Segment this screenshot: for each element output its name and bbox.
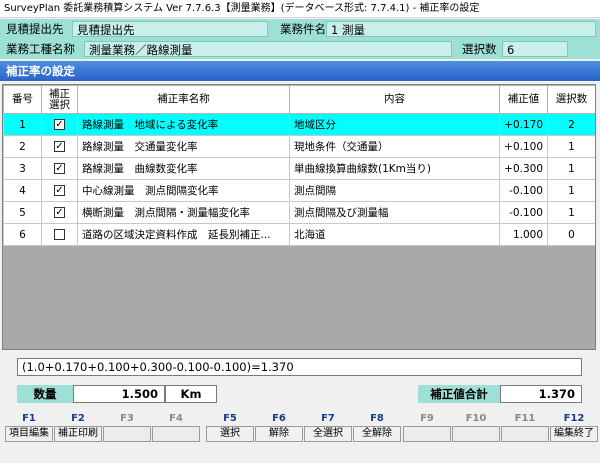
total-label: 補正値合計 (418, 385, 500, 403)
category-field[interactable]: 測量業務／路線測量 (84, 41, 452, 57)
header-count: 選択数 (547, 85, 595, 114)
header-content: 内容 (289, 85, 500, 114)
fkey-button-f1[interactable]: 項目編集 (5, 426, 53, 442)
row-count: 1 (547, 201, 595, 224)
row-number: 1 (3, 113, 42, 136)
fkey-button-f2[interactable]: 補正印刷 (54, 426, 102, 442)
fkey-button-f10 (452, 426, 500, 442)
table-row[interactable]: 3 ✓ 路線測量 曲線数変化率 単曲線換算曲線数(1Km当り) +0.300 1 (3, 157, 595, 180)
row-content: 測点間隔及び測量幅 (289, 201, 500, 224)
row-value: +0.300 (499, 157, 548, 180)
fkey-button-f12[interactable]: 編集終了 (550, 426, 598, 442)
row-select-checkbox[interactable]: ✓ (54, 119, 65, 130)
row-content: 測点間隔 (289, 179, 500, 202)
row-number: 2 (3, 135, 42, 158)
fkey-number-f6: F6 (272, 413, 286, 424)
row-value: -0.100 (499, 179, 548, 202)
row-rate-name: 横断測量 測点間隔・測量幅変化率 (77, 201, 290, 224)
row-count: 2 (547, 113, 595, 136)
fkey-number-f8: F8 (370, 413, 384, 424)
fkey-button-f9 (403, 426, 451, 442)
row-select-cell: ✓ (41, 113, 78, 136)
row-content: 単曲線換算曲線数(1Km当り) (289, 157, 500, 180)
formula-display: (1.0+0.170+0.100+0.300-0.100-0.100)=1.37… (17, 358, 582, 376)
fkey-number-f1: F1 (22, 413, 36, 424)
row-select-cell: ✓ (41, 201, 78, 224)
row-rate-name: 路線測量 地域による変化率 (77, 113, 290, 136)
fkey-number-f3: F3 (120, 413, 134, 424)
header-value: 補正値 (499, 85, 548, 114)
table-row[interactable]: 5 ✓ 横断測量 測点間隔・測量幅変化率 測点間隔及び測量幅 -0.100 1 (3, 201, 595, 224)
row-count: 1 (547, 135, 595, 158)
fkey-number-f2: F2 (71, 413, 85, 424)
row-select-checkbox[interactable]: ✓ (54, 185, 65, 196)
row-content: 北海道 (289, 223, 500, 246)
info-row-1: 見積提出先 見積提出先 業務件名 1 測量 (0, 19, 600, 39)
row-number: 4 (3, 179, 42, 202)
row-count: 1 (547, 157, 595, 180)
row-content: 現地条件（交通量） (289, 135, 500, 158)
project-field[interactable]: 1 測量 (326, 21, 596, 37)
window-title: SurveyPlan 委託業務積算システム Ver 7.7.6.3【測量業務】(… (0, 0, 600, 18)
fkey-button-f3 (103, 426, 151, 442)
table-row[interactable]: 4 ✓ 中心線測量 測点間隔変化率 測点間隔 -0.100 1 (3, 179, 595, 202)
rates-grid[interactable]: 番号 補正 選択 補正率名称 内容 補正値 選択数 1 ✓ 路線測量 地域による変化… (2, 84, 596, 350)
row-count: 1 (547, 179, 595, 202)
row-number: 6 (3, 223, 42, 246)
category-label: 業務工種名称 (6, 42, 75, 56)
section-title: 補正率の設定 (0, 61, 600, 81)
row-count: 0 (547, 223, 595, 246)
row-rate-name: 中心線測量 測点間隔変化率 (77, 179, 290, 202)
fkey-number-f5: F5 (223, 413, 237, 424)
row-select-cell: ✓ (41, 179, 78, 202)
submit-field[interactable]: 見積提出先 (72, 21, 268, 37)
row-content: 地域区分 (289, 113, 500, 136)
fkey-number-f12: F12 (563, 413, 585, 424)
fkey-button-f5[interactable]: 選択 (206, 426, 254, 442)
fkey-number-f10: F10 (465, 413, 487, 424)
row-select-cell (41, 223, 78, 246)
row-rate-name: 道路の区域決定資料作成 延長別補正... (77, 223, 290, 246)
row-select-checkbox[interactable] (54, 229, 65, 240)
fkey-number-f7: F7 (321, 413, 335, 424)
qty-field[interactable]: 1.500 (73, 385, 165, 403)
row-select-checkbox[interactable]: ✓ (54, 141, 65, 152)
selected-label: 選択数 (462, 42, 497, 56)
header-num: 番号 (3, 85, 42, 114)
table-row[interactable]: 1 ✓ 路線測量 地域による変化率 地域区分 +0.170 2 (3, 113, 595, 136)
fkey-button-f8[interactable]: 全解除 (353, 426, 401, 442)
fkey-button-f7[interactable]: 全選択 (304, 426, 352, 442)
fkey-button-f4 (152, 426, 200, 442)
unit-field: Km (165, 385, 217, 403)
row-value: +0.170 (499, 113, 548, 136)
row-rate-name: 路線測量 交通量変化率 (77, 135, 290, 158)
row-select-cell: ✓ (41, 135, 78, 158)
selected-count-field: 6 (502, 41, 568, 57)
row-value: -0.100 (499, 201, 548, 224)
fkey-button-f6[interactable]: 解除 (255, 426, 303, 442)
total-field: 1.370 (500, 385, 582, 403)
row-number: 3 (3, 157, 42, 180)
row-value: 1.000 (499, 223, 548, 246)
row-value: +0.100 (499, 135, 548, 158)
table-row[interactable]: 6 道路の区域決定資料作成 延長別補正... 北海道 1.000 0 (3, 223, 595, 246)
table-row[interactable]: 2 ✓ 路線測量 交通量変化率 現地条件（交通量） +0.100 1 (3, 135, 595, 158)
row-number: 5 (3, 201, 42, 224)
row-select-checkbox[interactable]: ✓ (54, 163, 65, 174)
fkey-button-f11 (501, 426, 549, 442)
info-row-2: 業務工種名称 測量業務／路線測量 選択数 6 (0, 39, 600, 59)
header-select: 補正 選択 (41, 85, 78, 114)
table-header: 番号 補正 選択 補正率名称 内容 補正値 選択数 (3, 85, 595, 114)
qty-label: 数量 (17, 385, 73, 403)
fkey-number-f4: F4 (169, 413, 183, 424)
row-select-cell: ✓ (41, 157, 78, 180)
row-rate-name: 路線測量 曲線数変化率 (77, 157, 290, 180)
fkey-number-f11: F11 (514, 413, 536, 424)
fkey-number-f9: F9 (420, 413, 434, 424)
row-select-checkbox[interactable]: ✓ (54, 207, 65, 218)
header-name: 補正率名称 (77, 85, 290, 114)
rates-table: 番号 補正 選択 補正率名称 内容 補正値 選択数 1 ✓ 路線測量 地域による変化… (3, 85, 595, 246)
